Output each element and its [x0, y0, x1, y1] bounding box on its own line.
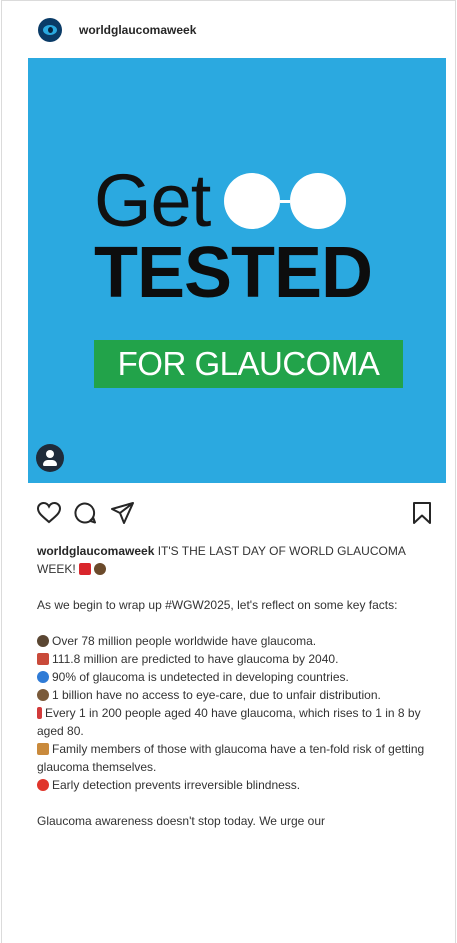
- fact-text: Over 78 million people worldwide have gl…: [52, 634, 317, 648]
- caption-closing: Glaucoma awareness doesn't stop today. W…: [37, 814, 326, 828]
- image-banner: FOR GLAUCOMA: [94, 340, 403, 388]
- action-bar: [36, 501, 438, 531]
- post-caption: worldglaucomaweek IT'S THE LAST DAY OF W…: [37, 542, 442, 830]
- caption-fact: 111.8 million are predicted to have glau…: [37, 650, 442, 668]
- eyes-emoji-icon: [37, 635, 49, 647]
- caption-intro: worldglaucomaweek IT'S THE LAST DAY OF W…: [37, 542, 442, 578]
- image-text-get: Get: [94, 159, 211, 242]
- image-banner-text: FOR GLAUCOMA: [117, 345, 380, 382]
- glasses-icon: [224, 173, 347, 229]
- glasses-lens-left: [224, 173, 281, 229]
- fact-text: 1 billion have no access to eye-care, du…: [52, 688, 381, 702]
- red-emoji-icon: [79, 563, 92, 575]
- post-username[interactable]: worldglaucomaweek: [79, 23, 196, 37]
- globe-emoji-icon: [37, 671, 49, 683]
- post-header: worldglaucomaweek: [2, 1, 455, 58]
- caption-fact: Family members of those with glaucoma ha…: [37, 740, 442, 776]
- fact-text: 111.8 million are predicted to have glau…: [52, 652, 339, 666]
- share-icon[interactable]: [110, 501, 136, 525]
- tagged-user-icon[interactable]: [36, 444, 64, 472]
- eye-emoji-icon: [37, 689, 49, 701]
- instagram-post: worldglaucomaweek Get TESTED FOR GLAUCOM…: [1, 0, 456, 943]
- avatar[interactable]: [38, 17, 62, 42]
- eye-logo-pupil: [48, 26, 53, 33]
- fact-text: Early detection prevents irreversible bl…: [52, 778, 301, 792]
- fact-text: Family members of those with glaucoma ha…: [37, 742, 425, 774]
- thermometer-emoji-icon: [37, 707, 42, 719]
- stop-emoji-icon: [37, 779, 49, 791]
- family-emoji-icon: [37, 743, 49, 755]
- image-headline-row: Get: [94, 159, 347, 242]
- bookmark-icon[interactable]: [411, 501, 433, 525]
- image-text-tested: TESTED: [94, 233, 373, 313]
- glasses-bridge: [280, 199, 291, 203]
- eye-emoji-icon: [94, 563, 107, 575]
- calendar-emoji-icon: [37, 653, 49, 665]
- caption-paragraph: As we begin to wrap up #WGW2025, let's r…: [37, 598, 398, 612]
- fact-text: 90% of glaucoma is undetected in develop…: [52, 670, 349, 684]
- caption-username[interactable]: worldglaucomaweek: [37, 544, 154, 558]
- heart-icon[interactable]: [36, 501, 62, 525]
- glasses-lens-right: [290, 173, 347, 229]
- caption-fact: 90% of glaucoma is undetected in develop…: [37, 668, 442, 686]
- caption-fact: 1 billion have no access to eye-care, du…: [37, 686, 442, 704]
- caption-fact: Over 78 million people worldwide have gl…: [37, 632, 442, 650]
- fact-text: Every 1 in 200 people aged 40 have glauc…: [37, 706, 421, 738]
- post-image[interactable]: Get TESTED FOR GLAUCOMA: [28, 58, 446, 483]
- caption-fact: Early detection prevents irreversible bl…: [37, 776, 442, 794]
- caption-fact: Every 1 in 200 people aged 40 have glauc…: [37, 704, 442, 740]
- comment-icon[interactable]: [72, 501, 98, 525]
